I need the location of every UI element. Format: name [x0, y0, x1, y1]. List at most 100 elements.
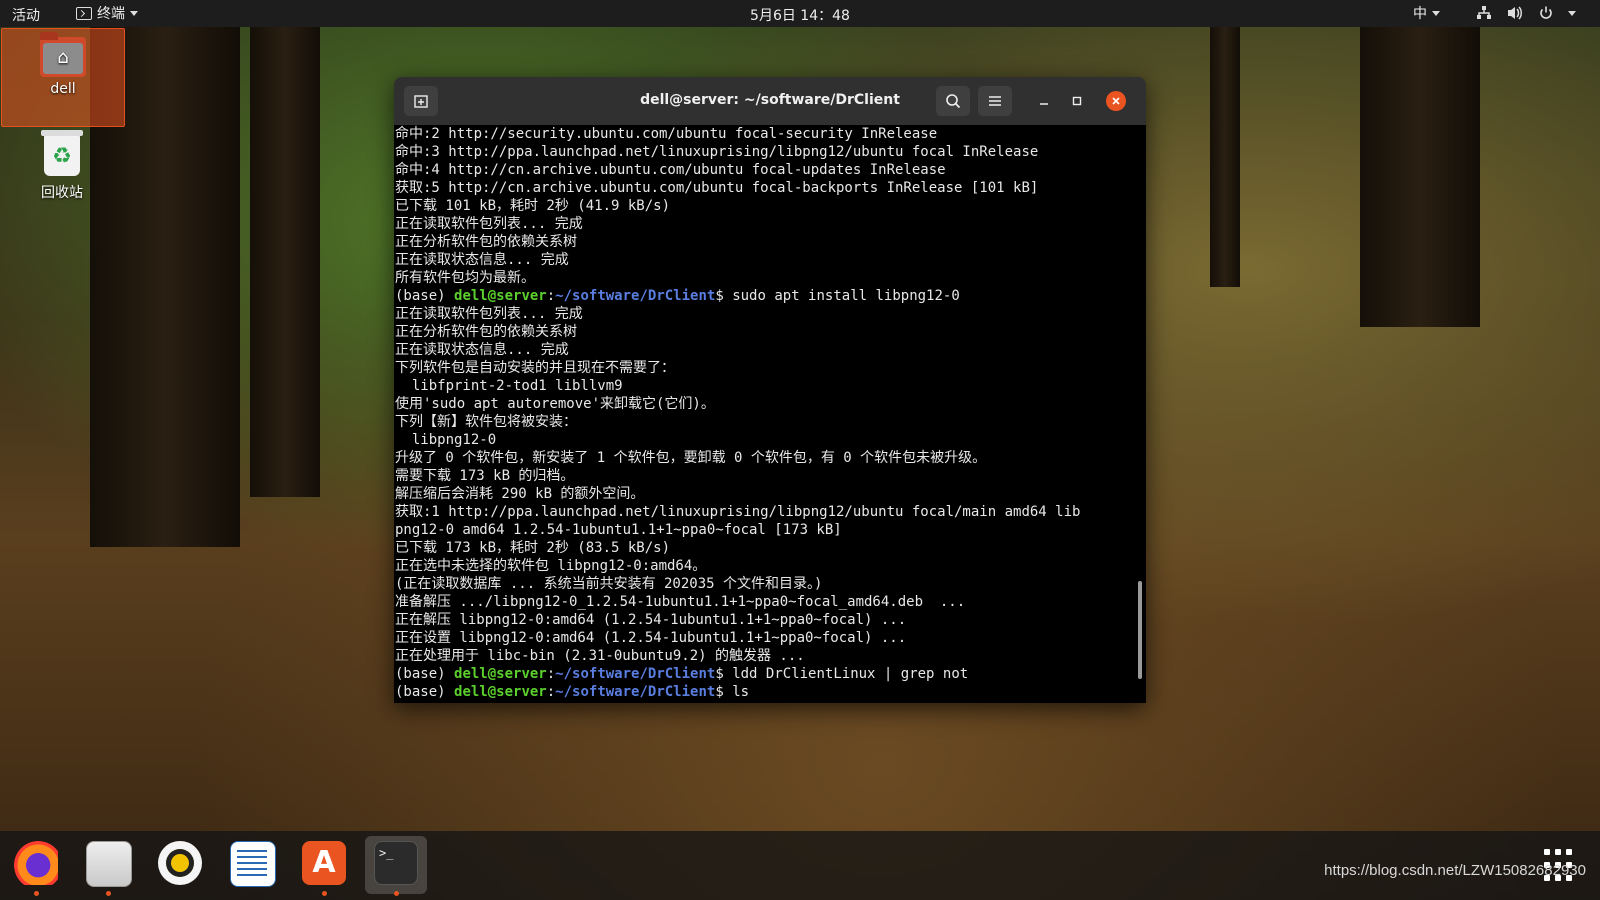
terminal-line: 所有软件包均为最新。	[395, 270, 535, 286]
dock-item-rhythmbox[interactable]	[149, 836, 211, 894]
search-button[interactable]	[936, 86, 970, 116]
prompt-user: dell@server	[454, 666, 547, 682]
prompt-path: ~/software/DrClient	[555, 684, 716, 700]
prompt-user: dell@server	[454, 684, 547, 700]
terminal-line: 命中:4 http://cn.archive.ubuntu.com/ubuntu…	[395, 162, 946, 178]
terminal-line: 下列软件包是自动安装的并且现在不需要了：	[395, 360, 675, 376]
terminal-line: 正在设置 libpng12-0:amd64 (1.2.54-1ubuntu1.1…	[395, 630, 907, 646]
activities-button[interactable]: 活动	[12, 5, 40, 25]
terminal-line: 命中:3 http://ppa.launchpad.net/linuxupris…	[395, 144, 1039, 160]
network-icon	[1477, 6, 1491, 19]
power-icon	[1540, 6, 1552, 19]
hamburger-icon	[989, 96, 1001, 106]
prompt-dollar: $	[715, 684, 733, 700]
terminal-line: 正在处理用于 libc-bin (2.31-0ubuntu9.2) 的触发器 .…	[395, 648, 805, 664]
terminal-line: 正在读取状态信息... 完成	[395, 342, 569, 358]
prompt-colon: :	[546, 684, 556, 700]
terminal-icon: >_	[374, 841, 418, 885]
terminal-line: libpng12-0	[395, 432, 497, 448]
running-indicator	[34, 891, 39, 896]
volume-icon	[1508, 6, 1522, 20]
close-button[interactable]	[1106, 91, 1126, 111]
maximize-button[interactable]	[1060, 86, 1094, 116]
terminal-line: 需要下载 173 kB 的归档。	[395, 468, 575, 484]
terminal-line: 正在读取软件包列表... 完成	[395, 216, 583, 232]
minimize-button[interactable]	[1027, 86, 1061, 116]
terminal-line: 命中:2 http://security.ubuntu.com/ubuntu f…	[395, 126, 938, 142]
software-store-icon: A	[302, 841, 346, 885]
command-text: ls	[732, 684, 750, 700]
prompt-colon: :	[546, 666, 556, 682]
terminal-titlebar[interactable]: dell@server: ~/software/DrClient	[394, 77, 1146, 125]
system-tray[interactable]: 中	[1413, 3, 1576, 23]
home-folder-icon: ⌂	[40, 32, 86, 77]
terminal-line: 获取:1 http://ppa.launchpad.net/linuxupris…	[395, 504, 1081, 520]
prompt-prefix: (base)	[395, 288, 455, 304]
terminal-line: (base) dell@server:~/software/DrClient$ …	[395, 683, 1133, 701]
terminal-line: 解压缩后会消耗 290 kB 的额外空间。	[395, 486, 645, 502]
hamburger-menu-button[interactable]	[978, 86, 1012, 116]
terminal-line: 下列【新】软件包将被安装：	[395, 414, 577, 430]
app-menu[interactable]: 终端	[76, 3, 138, 23]
prompt-path: ~/software/DrClient	[555, 666, 716, 682]
desktop-icon-home[interactable]: ⌂ dell	[1, 28, 125, 127]
terminal-line: 准备解压 .../libpng12-0_1.2.54-1ubuntu1.1+1~…	[395, 594, 966, 610]
terminal-line: 已下载 173 kB，耗时 2秒 (83.5 kB/s)	[395, 540, 671, 556]
terminal-line: 正在选中未选择的软件包 libpng12-0:amd64。	[395, 558, 707, 574]
command-text: ldd DrClientLinux | grep not	[732, 666, 969, 682]
search-icon	[946, 94, 961, 109]
dock-item-software[interactable]: A	[293, 836, 355, 896]
terminal-line: libfprint-2-tod1 libllvm9	[395, 378, 623, 394]
terminal-line: 使用'sudo apt autoremove'来卸载它(它们)。	[395, 396, 715, 412]
input-method-label: 中	[1413, 6, 1427, 22]
wallpaper-trunk-left-2	[250, 27, 320, 497]
rhythmbox-icon	[158, 841, 202, 885]
desktop-icon-home-label: dell	[50, 81, 76, 97]
terminal-window[interactable]: dell@server: ~/software/DrClient 命中:2 ht…	[394, 77, 1146, 703]
minimize-icon	[1040, 103, 1048, 105]
desktop-icon-trash-label: 回收站	[41, 185, 83, 201]
terminal-line: png12-0 amd64 1.2.54-1ubuntu1.1+1~ppa0~f…	[395, 522, 842, 538]
watermark-url: https://blog.csdn.net/LZW15082682930	[1324, 862, 1586, 879]
prompt-user: dell@server	[454, 288, 547, 304]
desktop-icon-trash[interactable]: ♻ 回收站	[1, 130, 123, 202]
dock-item-firefox[interactable]	[5, 836, 67, 896]
terminal-output[interactable]: 命中:2 http://security.ubuntu.com/ubuntu f…	[394, 125, 1146, 703]
terminal-line: (base) dell@server:~/software/DrClient$ …	[395, 665, 1133, 683]
dock-item-terminal[interactable]: >_	[365, 836, 427, 896]
chevron-down-icon	[1432, 10, 1440, 16]
trash-icon: ♻	[41, 130, 83, 176]
terminal-line: (正在读取数据库 ... 系统当前共安装有 202035 个文件和目录。)	[395, 576, 823, 592]
terminal-lines: 命中:2 http://security.ubuntu.com/ubuntu f…	[395, 125, 1133, 701]
firefox-icon	[14, 841, 58, 885]
running-indicator	[322, 891, 327, 896]
dock-item-files[interactable]	[77, 836, 139, 896]
prompt-dollar: $	[715, 666, 733, 682]
new-tab-button[interactable]	[404, 86, 438, 116]
close-icon	[1112, 97, 1120, 105]
prompt-colon: :	[546, 288, 556, 304]
terminal-scrollbar[interactable]	[1138, 581, 1142, 679]
prompt-path: ~/software/DrClient	[555, 288, 716, 304]
command-text: sudo apt install libpng12-0	[732, 288, 960, 304]
prompt-dollar: $	[715, 288, 733, 304]
wallpaper-trunk-right	[1360, 27, 1480, 327]
prompt-prefix: (base)	[395, 684, 455, 700]
files-icon	[86, 841, 132, 887]
dock-item-writer[interactable]	[221, 836, 283, 894]
input-method-indicator[interactable]: 中	[1413, 3, 1440, 23]
terminal-line: 正在读取软件包列表... 完成	[395, 306, 583, 322]
terminal-mini-icon	[76, 6, 92, 20]
top-bar: 活动 终端 5月6日 14：48 中	[0, 0, 1600, 27]
terminal-line: 获取:5 http://cn.archive.ubuntu.com/ubuntu…	[395, 180, 1039, 196]
chevron-down-icon	[1568, 10, 1576, 16]
prompt-prefix: (base)	[395, 666, 455, 682]
terminal-line: 正在分析软件包的依赖关系树	[395, 234, 577, 250]
clock[interactable]: 5月6日 14：48	[750, 8, 850, 24]
wallpaper-trunk-right-2	[1210, 27, 1240, 287]
terminal-line: 升级了 0 个软件包，新安装了 1 个软件包，要卸载 0 个软件包，有 0 个软…	[395, 450, 987, 466]
chevron-down-icon	[130, 10, 138, 16]
terminal-line: 正在读取状态信息... 完成	[395, 252, 569, 268]
running-indicator	[106, 891, 111, 896]
terminal-line: 正在分析软件包的依赖关系树	[395, 324, 577, 340]
